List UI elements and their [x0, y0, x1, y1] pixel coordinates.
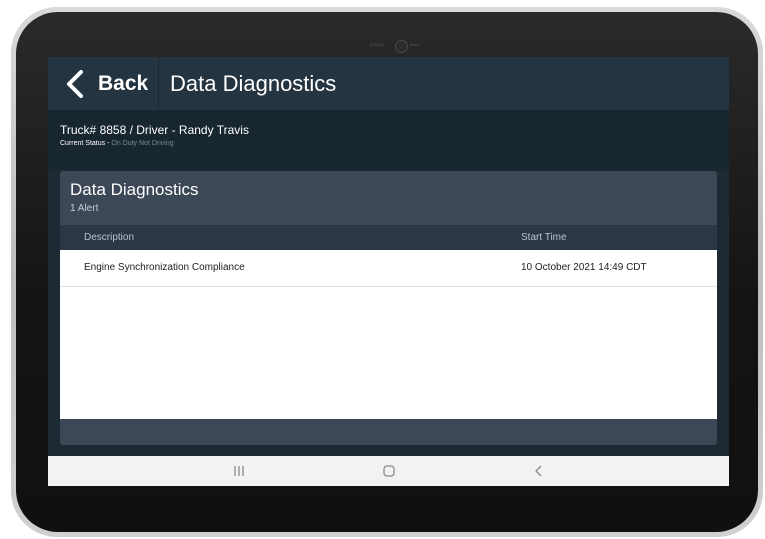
current-status-value: On Duty Not Driving — [111, 140, 174, 147]
app-header: Back Data Diagnostics — [48, 57, 729, 110]
chevron-left-icon — [67, 69, 83, 98]
row-description: Engine Synchronization Compliance — [84, 262, 245, 273]
home-icon — [383, 465, 395, 477]
current-status-label: Current Status - — [60, 140, 110, 147]
truck-driver-line: Truck# 8858 / Driver - Randy Travis — [60, 123, 249, 137]
camera-right-label: 8mm — [410, 42, 420, 47]
column-header-description: Description — [84, 232, 135, 243]
column-header-start-time: Start Time — [521, 232, 567, 243]
back-button[interactable]: Back — [48, 57, 159, 110]
back-nav-icon — [535, 465, 542, 477]
row-start-time: 10 October 2021 14:49 CDT — [521, 262, 647, 273]
panel-title: Data Diagnostics — [70, 180, 199, 199]
panel-footer — [60, 419, 717, 445]
android-nav-bar — [48, 456, 729, 486]
camera-area: MS955 8mm — [368, 40, 432, 53]
current-status: Current Status - On Duty Not Driving — [60, 140, 174, 147]
back-nav-button[interactable] — [509, 456, 569, 486]
table-body: Engine Synchronization Compliance 10 Oct… — [60, 250, 717, 419]
page-title: Data Diagnostics — [170, 71, 337, 96]
table-row[interactable]: Engine Synchronization Compliance 10 Oct… — [60, 250, 717, 287]
back-button-label: Back — [98, 71, 149, 95]
diagnostics-panel: Data Diagnostics 1 Alert Description Sta… — [60, 171, 717, 445]
truck-info: Truck# 8858 / Driver - Randy Travis Curr… — [48, 110, 729, 170]
camera-icon — [395, 40, 408, 53]
app-screen: Back Data Diagnostics Truck# 8858 / Driv… — [48, 57, 729, 486]
alert-count: 1 Alert — [70, 203, 99, 214]
recent-apps-button[interactable] — [209, 456, 269, 486]
recent-apps-icon — [234, 466, 244, 476]
camera-left-label: MS955 — [370, 42, 385, 47]
table-header: Description Start Time — [60, 225, 717, 250]
home-button[interactable] — [359, 456, 419, 486]
